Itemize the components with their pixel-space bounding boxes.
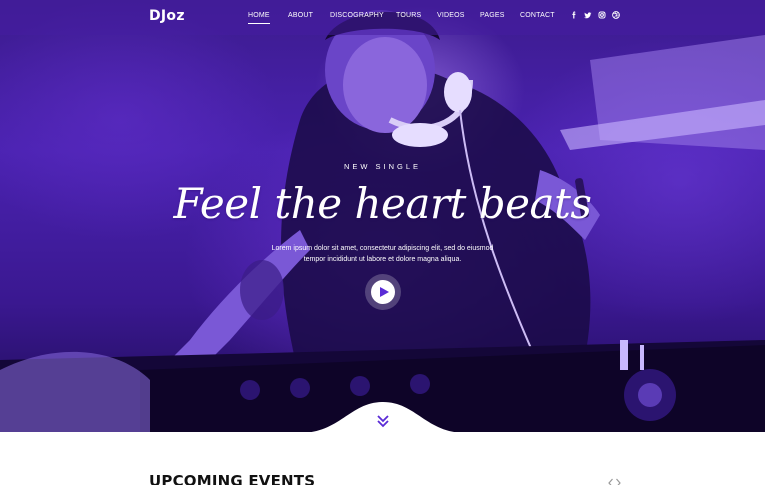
hero-description-line-2: tempor incididunt ut labore et dolore ma… (303, 256, 462, 263)
nav-videos[interactable]: VIDEOS (437, 12, 465, 19)
double-chevron-down-icon[interactable] (376, 414, 390, 428)
nav-tours[interactable]: TOURS (396, 12, 421, 19)
hero-kicker: NEW SINGLE (343, 162, 422, 171)
dribbble-icon[interactable] (611, 10, 621, 20)
brand-logo[interactable]: DJoz (149, 8, 185, 24)
top-navbar: DJoz HOME ABOUT DISCOGRAPHY TOURS VIDEOS… (0, 0, 765, 35)
nav-discography[interactable]: DISCOGRAPHY (330, 12, 384, 19)
facebook-icon[interactable] (569, 10, 579, 20)
play-button[interactable] (365, 274, 401, 310)
chevron-right-icon[interactable] (614, 478, 622, 485)
play-icon (380, 287, 389, 297)
nav-about[interactable]: ABOUT (288, 12, 313, 19)
nav-home[interactable]: HOME (248, 12, 270, 24)
hero-title: Feel the heart beats (173, 179, 592, 228)
play-button-inner (371, 280, 395, 304)
nav-pages[interactable]: PAGES (480, 12, 505, 19)
nav-contact[interactable]: CONTACT (520, 12, 555, 19)
events-heading: UPCOMING EVENTS (149, 472, 316, 485)
twitter-icon[interactable] (583, 10, 593, 20)
hero-description-line-1: Lorem ipsum dolor sit amet, consectetur … (271, 245, 494, 252)
instagram-icon[interactable] (597, 10, 607, 20)
